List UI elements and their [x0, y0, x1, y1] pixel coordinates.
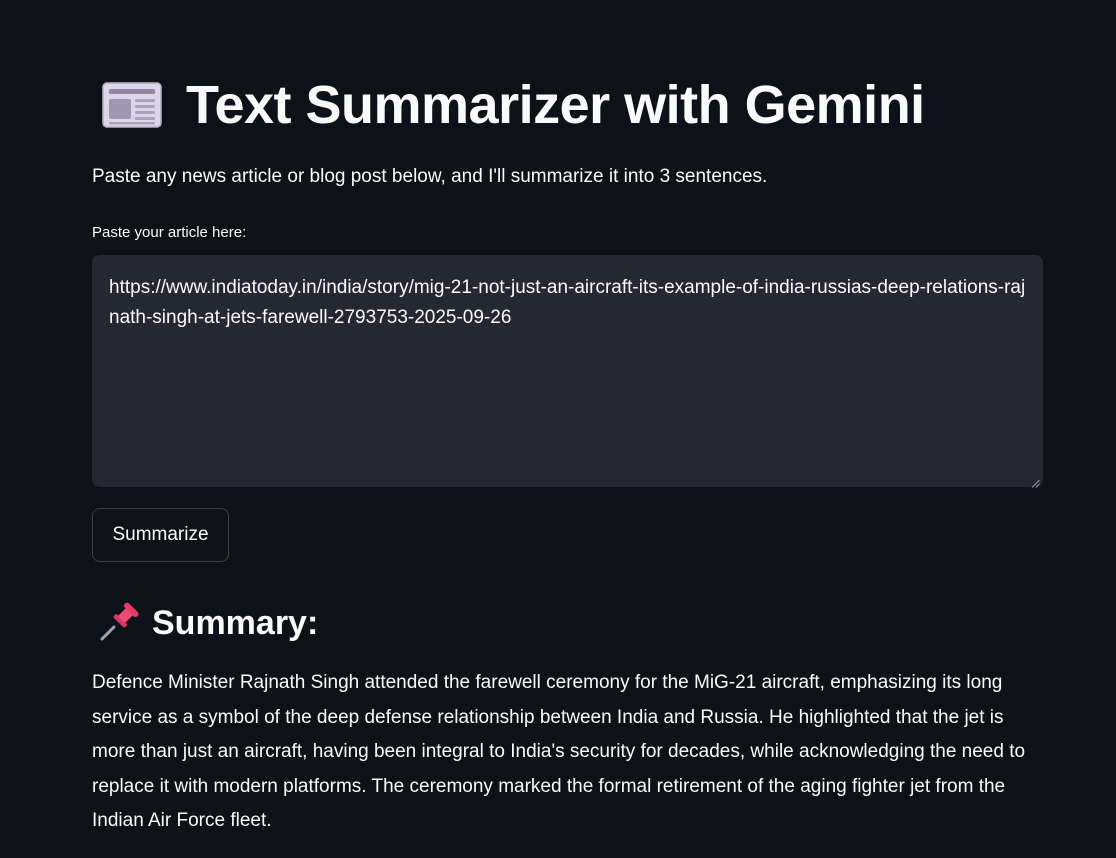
resize-handle-icon[interactable]: [1031, 475, 1040, 488]
summary-text: Defence Minister Rajnath Singh attended …: [92, 672, 1026, 831]
newspaper-icon: [102, 81, 162, 129]
article-textarea[interactable]: https://www.indiatoday.in/india/story/mi…: [92, 255, 1043, 487]
summarize-button[interactable]: Summarize: [92, 508, 229, 562]
page-description: Paste any news article or blog post belo…: [92, 166, 768, 187]
page-title-text: Text Summarizer with Gemini: [186, 75, 925, 135]
page-title: Text Summarizer with Gemini: [92, 70, 925, 140]
summary-heading-text: Summary:: [152, 603, 319, 642]
summary-heading: Summary:: [92, 598, 318, 648]
pushpin-icon: [96, 601, 140, 645]
article-input-label: Paste your article here:: [92, 224, 247, 241]
